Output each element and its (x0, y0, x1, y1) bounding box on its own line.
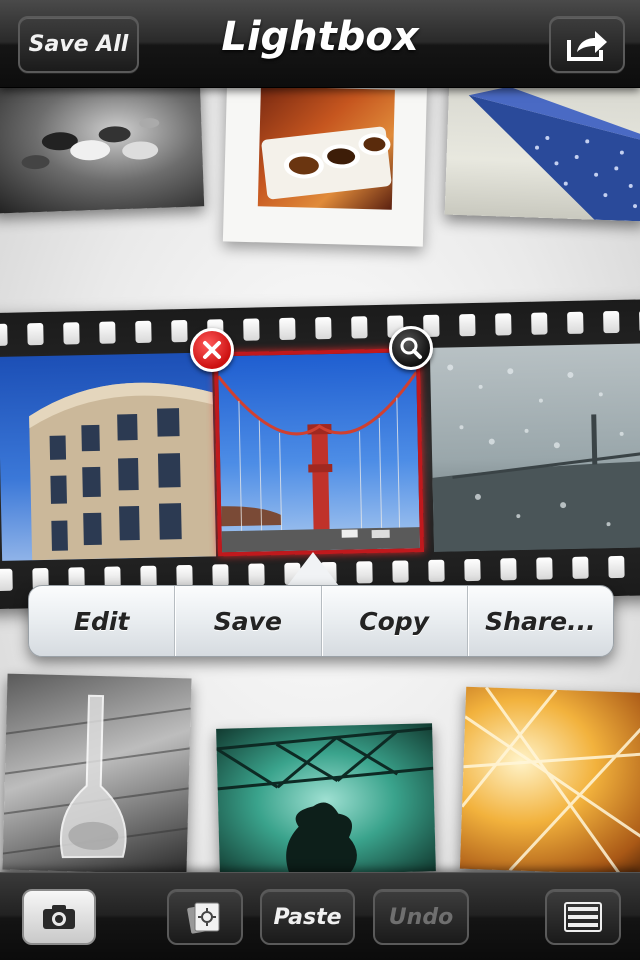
close-icon (203, 341, 221, 359)
sprocket-hole (464, 558, 481, 582)
menu-item-save[interactable]: Save (175, 586, 322, 656)
share-arrow-icon (567, 30, 607, 61)
save-all-label: Save All (28, 32, 129, 57)
rainy-window-bridge-photo[interactable] (429, 343, 640, 552)
glass-bottle-photo[interactable] (2, 673, 192, 875)
sprocket-hole (531, 312, 548, 335)
sprocket-hole (567, 311, 584, 334)
sprocket-hole (392, 560, 409, 583)
sprocket-hole (536, 557, 553, 580)
sprocket-hole (135, 320, 152, 344)
photo-library-button[interactable] (167, 889, 243, 945)
paste-label: Paste (273, 904, 342, 930)
sprocket-row-top (0, 310, 640, 347)
sprocket-hole (603, 310, 620, 334)
sprocket-hole (63, 322, 80, 345)
menu-item-share[interactable]: Share... (468, 586, 613, 656)
golden-roof-photo[interactable] (459, 686, 640, 876)
menu-item-copy[interactable]: Copy (322, 586, 468, 656)
sauce-cups-polaroid[interactable] (222, 75, 428, 247)
top-bar: Save All Lightbox (0, 0, 640, 88)
context-menu: Edit Save Copy Share... (28, 585, 614, 657)
camera-icon (43, 905, 75, 929)
sprocket-hole (0, 323, 8, 347)
camera-button[interactable] (22, 889, 96, 945)
sprocket-hole (351, 316, 368, 339)
sprocket-hole (356, 561, 373, 584)
sprocket-hole (495, 313, 512, 336)
paste-button[interactable]: Paste (260, 889, 355, 945)
zoom-photo-button[interactable] (389, 326, 433, 370)
round-building-photo[interactable] (0, 352, 217, 561)
sauce-cups-photo (257, 86, 395, 210)
save-all-button[interactable]: Save All (18, 16, 139, 73)
sprocket-hole (315, 316, 332, 340)
context-menu-pointer (287, 552, 339, 586)
sprocket-hole (176, 564, 193, 588)
undo-button[interactable]: Undo (373, 889, 469, 945)
golden-gate-bridge-photo[interactable] (213, 348, 425, 557)
sprocket-hole (212, 564, 229, 587)
sprocket-hole (248, 563, 265, 586)
sprocket-hole (572, 556, 589, 579)
sprocket-hole (0, 568, 13, 592)
sprocket-hole (27, 322, 44, 346)
sprocket-hole (279, 317, 296, 341)
sprocket-hole (428, 559, 445, 582)
list-view-icon (564, 902, 602, 932)
sprocket-hole (459, 313, 476, 337)
steel-truss-photo[interactable] (216, 723, 436, 877)
list-view-button[interactable] (545, 889, 621, 945)
menu-item-edit[interactable]: Edit (29, 586, 176, 656)
photo-library-icon (187, 902, 220, 934)
pigeons-photo[interactable] (0, 76, 205, 214)
sprocket-hole (608, 555, 625, 579)
export-button[interactable] (549, 16, 625, 73)
sprocket-hole (500, 558, 517, 581)
sprocket-hole (243, 318, 260, 341)
bottom-toolbar: Paste Undo (0, 872, 640, 960)
sprocket-hole (171, 319, 188, 343)
undo-label: Undo (388, 904, 454, 930)
delete-photo-button[interactable] (190, 328, 234, 372)
magnifier-icon (400, 337, 422, 359)
airplane-wing-photo[interactable] (444, 74, 640, 222)
sprocket-hole (99, 321, 116, 344)
